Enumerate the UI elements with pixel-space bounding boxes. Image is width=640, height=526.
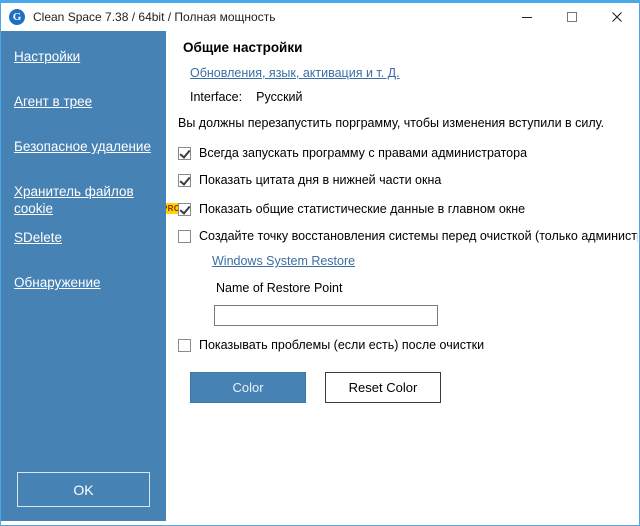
checkbox-row-run-as-admin[interactable]: Всегда запускать программу с правами адм… [178,145,527,161]
sidebar-item-cookie-keeper[interactable]: Хранитель файлов cookie [1,183,152,217]
checkbox-label-run-as-admin: Всегда запускать программу с правами адм… [199,145,527,161]
sidebar-item-secure-delete[interactable]: Безопасное удаление [1,138,166,155]
checkbox-row-quote-of-day[interactable]: Показать цитата дня в нижней части окна [178,172,441,188]
updates-language-activation-link[interactable]: Обновления, язык, активация и т. Д. [190,66,400,80]
checkbox-show-statistics[interactable] [178,203,191,216]
checkbox-create-restore-point[interactable] [178,230,191,243]
restore-point-name-label: Name of Restore Point [216,281,342,295]
checkbox-row-show-problems[interactable]: Показывать проблемы (если есть) после оч… [178,337,484,353]
checkbox-label-create-restore-point: Создайте точку восстановления системы пе… [199,228,638,244]
page-title: Общие настройки [183,40,302,55]
main-content: Общие настройки Обновления, язык, актива… [166,31,638,524]
checkbox-label-quote-of-day: Показать цитата дня в нижней части окна [199,172,441,188]
sidebar-item-settings[interactable]: Настройки [1,48,166,65]
checkbox-quote-of-day[interactable] [178,174,191,187]
maximize-icon[interactable] [549,3,594,31]
sidebar-item-sdelete[interactable]: SDelete [1,229,166,246]
ok-button-wrap: OK [1,472,166,507]
clean-space-logo-icon: G [9,9,25,25]
minimize-icon[interactable] [504,3,549,31]
interface-label: Interface: [190,90,242,104]
checkbox-show-problems[interactable] [178,339,191,352]
color-button[interactable]: Color [190,372,306,403]
windows-system-restore-link[interactable]: Windows System Restore [212,254,355,268]
restore-point-name-input[interactable] [214,305,438,326]
close-icon[interactable] [594,3,639,31]
restart-notice: Вы должны перезапустить порграмму, чтобы… [178,116,604,130]
checkbox-row-show-statistics[interactable]: PRO Показать общие статистические данные… [178,201,525,217]
checkbox-label-show-problems: Показывать проблемы (если есть) после оч… [199,337,484,353]
window-controls [504,3,639,31]
window-title: Clean Space 7.38 / 64bit / Полная мощнос… [33,10,504,24]
checkbox-row-create-restore-point[interactable]: Создайте точку восстановления системы пе… [178,228,638,244]
checkbox-run-as-admin[interactable] [178,147,191,160]
ok-button[interactable]: OK [17,472,150,507]
sidebar-item-tray-agent[interactable]: Агент в трее [1,93,166,110]
checkbox-label-show-statistics: Показать общие статистические данные в г… [199,201,525,217]
app-window: G Clean Space 7.38 / 64bit / Полная мощн… [0,0,640,526]
sidebar: Настройки Агент в трее Безопасное удален… [1,31,166,521]
reset-color-button[interactable]: Reset Color [325,372,441,403]
sidebar-item-detection[interactable]: Обнаружение [1,274,166,291]
color-button-row: Color Reset Color [190,372,441,403]
interface-value[interactable]: Русский [256,90,302,104]
interface-row: Interface: Русский [190,90,303,104]
title-bar: G Clean Space 7.38 / 64bit / Полная мощн… [1,3,639,31]
